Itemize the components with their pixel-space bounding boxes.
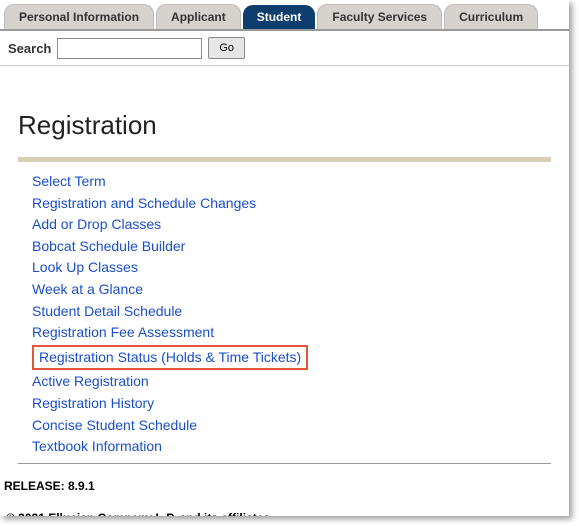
search-row: Search Go [0, 29, 569, 66]
tab-personal-information[interactable]: Personal Information [4, 4, 154, 29]
tab-curriculum[interactable]: Curriculum [444, 4, 538, 29]
go-button[interactable]: Go [208, 37, 245, 59]
tab-faculty-services[interactable]: Faculty Services [317, 4, 442, 29]
link-registration-status-holds-time-tickets[interactable]: Registration Status (Holds & Time Ticket… [32, 345, 308, 371]
copyright: © 2021 Ellucian Company L.P. and its aff… [0, 495, 569, 516]
registration-link-list: Select Term Registration and Schedule Ch… [18, 172, 551, 457]
search-input[interactable] [57, 38, 202, 59]
link-registration-history[interactable]: Registration History [32, 395, 154, 411]
link-concise-student-schedule[interactable]: Concise Student Schedule [32, 417, 197, 433]
release-label: RELEASE: 8.9.1 [0, 477, 569, 495]
link-bobcat-schedule-builder[interactable]: Bobcat Schedule Builder [32, 238, 185, 254]
link-select-term[interactable]: Select Term [32, 173, 106, 189]
link-look-up-classes[interactable]: Look Up Classes [32, 259, 138, 275]
search-label: Search [8, 41, 51, 56]
link-registration-fee-assessment[interactable]: Registration Fee Assessment [32, 324, 214, 340]
bottom-divider [18, 463, 551, 464]
link-week-at-glance[interactable]: Week at a Glance [32, 281, 143, 297]
link-registration-schedule-changes[interactable]: Registration and Schedule Changes [32, 195, 256, 211]
link-active-registration[interactable]: Active Registration [32, 373, 149, 389]
heading-bar [18, 157, 551, 162]
tab-bar: Personal Information Applicant Student F… [0, 0, 569, 29]
link-student-detail-schedule[interactable]: Student Detail Schedule [32, 303, 182, 319]
link-add-drop-classes[interactable]: Add or Drop Classes [32, 216, 161, 232]
link-textbook-information[interactable]: Textbook Information [32, 438, 162, 454]
page-title: Registration [18, 110, 551, 141]
tab-student[interactable]: Student [243, 5, 316, 29]
tab-applicant[interactable]: Applicant [156, 4, 241, 29]
main-content: Registration Select Term Registration an… [0, 66, 569, 477]
